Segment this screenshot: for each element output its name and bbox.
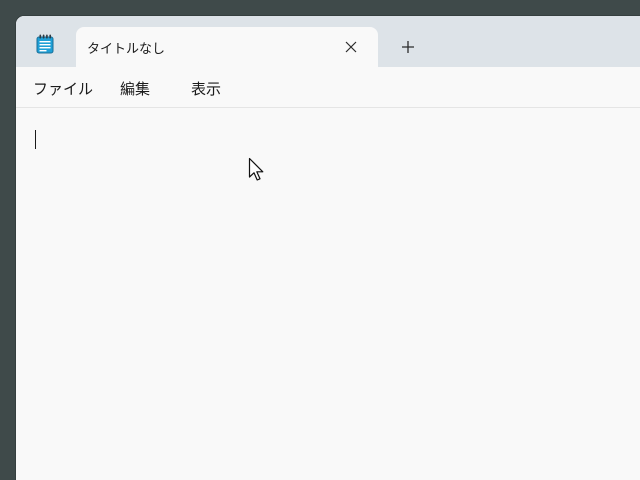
text-caret [35,130,36,149]
close-icon[interactable] [340,36,362,58]
menu-view[interactable]: 表示 [191,78,221,99]
mouse-pointer-icon [248,157,266,183]
menu-edit[interactable]: 編集 [120,78,150,99]
menu-file[interactable]: ファイル [33,78,93,99]
menu-bar: ファイル 編集 表示 [16,67,640,108]
notepad-icon [36,34,54,54]
plus-icon[interactable] [397,36,419,58]
tab-label: タイトルなし [87,42,166,57]
tab-untitled[interactable]: タイトルなし [76,27,378,67]
text-editor[interactable] [16,108,640,480]
notepad-window: タイトルなし ファイル 編集 表示 [16,16,640,480]
title-bar[interactable]: タイトルなし [16,16,640,67]
